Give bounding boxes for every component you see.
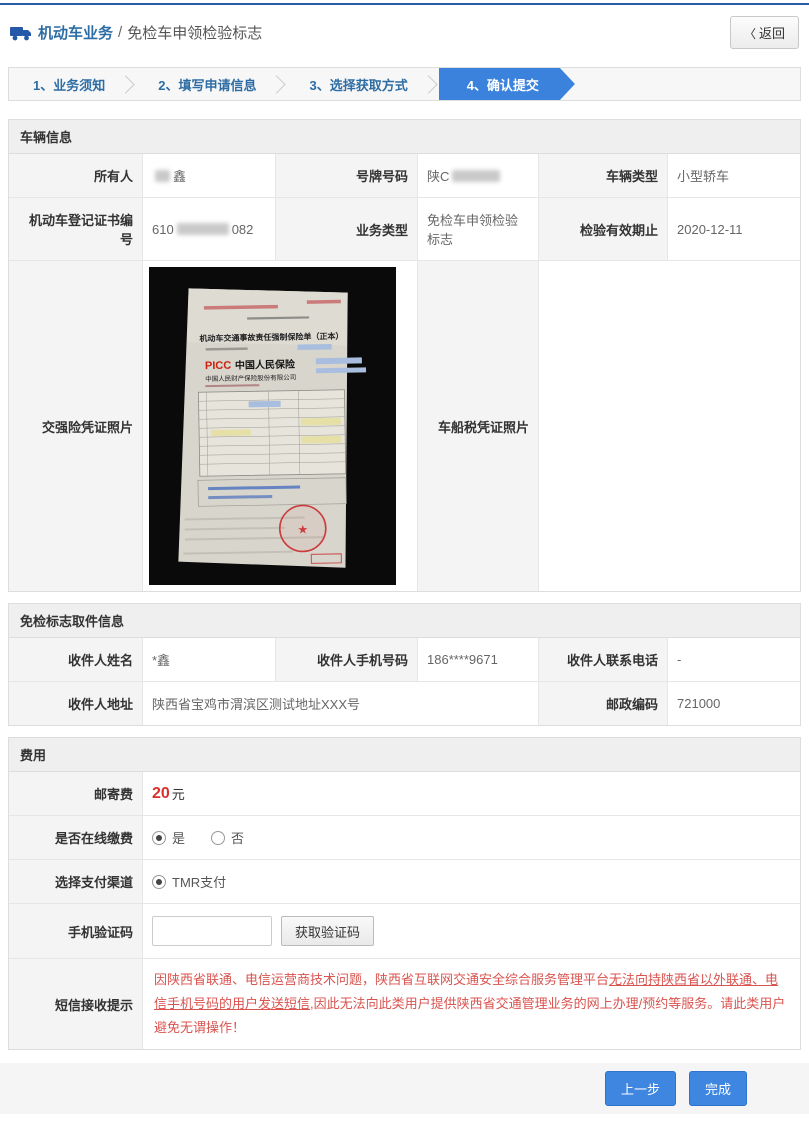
radio-unchecked-icon[interactable] [211,830,226,845]
tax-photo-label: 车船税凭证照片 [418,261,539,591]
postage-amount: 20 [152,784,170,802]
sms-tip-label: 短信接收提示 [9,959,143,1050]
business-type-value: 免检车申领检验标志 [418,198,539,261]
sms-code-input[interactable] [152,916,272,946]
business-type-label: 业务类型 [276,198,418,261]
recipient-address-value: 陕西省宝鸡市渭滨区测试地址XXX号 [143,682,539,725]
vehicle-info-section: 车辆信息 所有人 鑫 号牌号码 陕C 车辆类型 小型轿车 机动车登记证书编号 6… [8,119,801,592]
recipient-address-label: 收件人地址 [9,682,143,725]
sms-code-field-cell: 获取验证码 [143,904,800,959]
pickup-info-section: 免检标志取件信息 收件人姓名 *鑫 收件人手机号码 186****9671 收件… [8,603,801,726]
tax-photo-cell-empty [539,261,800,591]
online-pay-row: 是否在线缴费 是 否 [9,816,800,860]
recipient-mobile-value: 186****9671 [418,638,539,682]
fee-section-title: 费用 [9,738,800,772]
sms-tip-text: 因陕西省联通、电信运营商技术问题，陕西省互联网交通安全综合服务管理平台无法向持陕… [154,972,786,1036]
inspection-valid-until-value: 2020-12-11 [668,198,800,261]
vehicle-row-2: 机动车登记证书编号 610 082 业务类型 免检车申领检验标志 检验有效期止 2… [9,198,800,261]
zip-code-value: 721000 [668,682,800,725]
online-pay-yes-option[interactable]: 是 [152,828,185,847]
online-pay-no-option[interactable]: 否 [211,828,244,847]
pay-channel-row: 选择支付渠道 TMR支付 [9,860,800,904]
back-button-label: 返回 [758,26,785,41]
redaction-blur [452,169,501,182]
finish-button[interactable]: 完成 [688,1071,747,1107]
online-pay-options: 是 否 [143,816,800,860]
vehicle-row-1: 所有人 鑫 号牌号码 陕C 车辆类型 小型轿车 [9,154,800,198]
step-3-choose-method[interactable]: 3、选择获取方式 [285,68,431,100]
insurance-photo-cell: 机动车交通事故责任强制保险单（正本） PICC 中国人民保险 中国人民财产保险股… [143,261,418,591]
breadcrumb-separator: / [118,24,123,41]
radio-checked-icon[interactable] [152,874,166,889]
recipient-name-label: 收件人姓名 [9,638,143,682]
footer-action-bar: 上一步 完成 [0,1063,809,1115]
owner-value: 鑫 [143,154,276,198]
vehicle-type-value: 小型轿车 [668,154,800,198]
step-2-fill-info[interactable]: 2、填写申请信息 [134,68,280,100]
page-header: 机动车业务 / 免检车申领检验标志 〈返回 [0,5,809,61]
chevron-left-icon: 〈 [743,27,756,41]
bottom-spacer [0,1114,809,1124]
step-progress-bar: 1、业务须知 2、填写申请信息 3、选择获取方式 4、确认提交 [8,67,801,101]
pay-channel-tmr-option[interactable]: TMR支付 [152,872,226,891]
pickup-row-1: 收件人姓名 *鑫 收件人手机号码 186****9671 收件人联系电话 - [9,638,800,682]
radio-checked-icon[interactable] [152,830,166,845]
photo-brand-cn: 中国人民保险 [235,358,296,372]
step-1-notice[interactable]: 1、业务须知 [9,68,129,100]
postage-unit: 元 [171,787,185,802]
redaction-blur [155,169,170,182]
postage-label: 邮寄费 [9,772,143,816]
vehicle-section-title: 车辆信息 [9,120,800,154]
postage-value: 20 元 [143,772,800,816]
photo-brand-en: PICC [205,360,232,372]
zip-code-label: 邮政编码 [539,682,668,725]
online-pay-label: 是否在线缴费 [9,816,143,860]
plate-label: 号牌号码 [276,154,418,198]
sms-code-row: 手机验证码 获取验证码 [9,904,800,959]
pickup-section-title: 免检标志取件信息 [9,604,800,638]
page-title: 免检车申领检验标志 [127,25,263,42]
recipient-phone-value: - [668,638,800,682]
get-sms-code-button[interactable]: 获取验证码 [281,916,375,946]
redaction-blur [176,223,229,235]
pickup-row-2: 收件人地址 陕西省宝鸡市渭滨区测试地址XXX号 邮政编码 721000 [9,682,800,725]
owner-label: 所有人 [9,154,143,198]
recipient-phone-label: 收件人联系电话 [539,638,668,682]
postage-row: 邮寄费 20 元 [9,772,800,816]
vehicle-photo-row: 交强险凭证照片 机动车交通事故责任强制保险单（正本） PICC 中国人民保险 中… [9,261,800,591]
sms-tip-cell: 因陕西省联通、电信运营商技术问题，陕西省互联网交通安全综合服务管理平台无法向持陕… [143,959,800,1050]
pay-channel-label: 选择支付渠道 [9,860,143,904]
step-4-confirm-submit[interactable]: 4、确认提交 [439,68,575,100]
insurance-certificate-photo: 机动车交通事故责任强制保险单（正本） PICC 中国人民保险 中国人民财产保险股… [149,267,396,585]
back-button[interactable]: 〈返回 [729,16,799,49]
breadcrumb-app-title: 机动车业务 [38,25,114,42]
stamp-star-icon: ★ [297,522,308,536]
inspection-valid-until-label: 检验有效期止 [539,198,668,261]
fee-section: 费用 邮寄费 20 元 是否在线缴费 是 否 选择支付渠道 TMR支付 手机验证码… [8,737,801,1051]
pay-channel-options: TMR支付 [143,860,800,904]
recipient-mobile-label: 收件人手机号码 [276,638,418,682]
insurance-photo-label: 交强险凭证照片 [9,261,143,591]
sms-code-label: 手机验证码 [9,904,143,959]
registration-no-value: 610 082 [143,198,276,261]
sms-tip-row: 短信接收提示 因陕西省联通、电信运营商技术问题，陕西省互联网交通安全综合服务管理… [9,959,800,1050]
truck-icon [10,26,31,40]
registration-no-label: 机动车登记证书编号 [9,198,143,261]
previous-step-button[interactable]: 上一步 [604,1071,676,1107]
plate-value: 陕C [418,154,539,198]
recipient-name-value: *鑫 [143,638,276,682]
vehicle-type-label: 车辆类型 [539,154,668,198]
